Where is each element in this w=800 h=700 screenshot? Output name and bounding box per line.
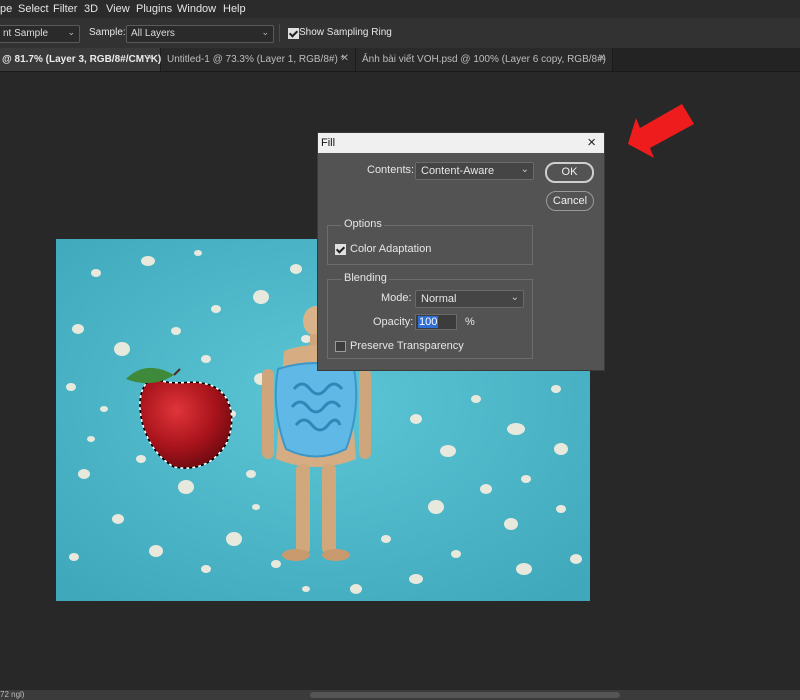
mode-value: Normal — [421, 293, 457, 305]
sample-layers-value: All Layers — [131, 28, 175, 39]
menu-item-view[interactable]: View — [106, 3, 130, 15]
show-sampling-ring-label: Show Sampling Ring — [299, 27, 392, 38]
menu-item-type[interactable]: pe — [0, 3, 12, 15]
tab-title: Untitled-1 @ 73.3% (Layer 1, RGB/8#) * — [167, 54, 345, 65]
document-tab-bar: @ 81.7% (Layer 3, RGB/8#/CMYK) * ✕ Untit… — [0, 48, 800, 72]
sample-size-value: nt Sample — [3, 28, 49, 39]
cancel-button[interactable]: Cancel — [546, 191, 594, 211]
preserve-transparency-label: Preserve Transparency — [350, 340, 464, 352]
preserve-transparency-checkbox[interactable] — [335, 341, 346, 352]
opacity-label: Opacity: — [373, 316, 414, 328]
opacity-unit: % — [465, 316, 475, 328]
options-bar: nt Sample ⌄ Sample: All Layers ⌄ Show Sa… — [0, 18, 800, 49]
ok-button[interactable]: OK — [545, 162, 594, 183]
menu-bar: pe Select Filter 3D View Plugins Window … — [0, 0, 800, 18]
fill-dialog: Fill × Contents: Content-Aware ⌄ OK Canc… — [317, 132, 605, 371]
opacity-input[interactable]: 100 — [415, 314, 457, 330]
contents-value: Content-Aware — [421, 165, 495, 177]
close-icon[interactable]: ✕ — [146, 53, 154, 64]
dialog-title: Fill — [321, 137, 336, 149]
tab-document-3[interactable]: Ảnh bài viết VOH.psd @ 100% (Layer 6 cop… — [356, 48, 613, 71]
zoom-status: 72 ngl) — [0, 690, 25, 699]
show-sampling-ring-checkbox[interactable] — [288, 28, 299, 39]
menu-item-plugins[interactable]: Plugins — [136, 3, 172, 15]
horizontal-scrollbar[interactable] — [310, 692, 620, 698]
chevron-down-icon: ⌄ — [520, 164, 529, 175]
menu-item-window[interactable]: Window — [177, 3, 216, 15]
tab-document-1[interactable]: @ 81.7% (Layer 3, RGB/8#/CMYK) * ✕ — [0, 48, 168, 71]
close-icon[interactable]: ✕ — [598, 53, 606, 64]
options-divider — [279, 24, 280, 42]
mode-label: Mode: — [381, 292, 412, 304]
close-icon[interactable]: ✕ — [341, 53, 349, 64]
sample-size-select[interactable]: nt Sample ⌄ — [0, 25, 80, 43]
color-adaptation-label: Color Adaptation — [350, 243, 432, 255]
chevron-down-icon: ⌄ — [510, 292, 519, 303]
close-icon[interactable]: × — [587, 134, 596, 151]
sample-label: Sample: — [89, 27, 126, 38]
tab-title: @ 81.7% (Layer 3, RGB/8#/CMYK) * — [2, 54, 168, 65]
sample-layers-select[interactable]: All Layers ⌄ — [126, 25, 274, 43]
tab-document-2[interactable]: Untitled-1 @ 73.3% (Layer 1, RGB/8#) * ✕ — [161, 48, 356, 71]
menu-item-help[interactable]: Help — [223, 3, 246, 15]
contents-label: Contents: — [367, 164, 415, 176]
color-adaptation-checkbox[interactable] — [335, 244, 346, 255]
blending-heading: Blending — [342, 272, 389, 284]
contents-select[interactable]: Content-Aware ⌄ — [415, 162, 534, 180]
menu-item-filter[interactable]: Filter — [53, 3, 77, 15]
opacity-value: 100 — [418, 316, 439, 328]
tab-title: Ảnh bài viết VOH.psd @ 100% (Layer 6 cop… — [362, 54, 606, 65]
menu-item-3d[interactable]: 3D — [84, 3, 98, 15]
red-arrow-annotation — [628, 104, 694, 158]
menu-item-select[interactable]: Select — [18, 3, 49, 15]
mode-select[interactable]: Normal ⌄ — [415, 290, 524, 308]
options-heading: Options — [342, 218, 384, 230]
chevron-down-icon: ⌄ — [67, 27, 75, 37]
dialog-title-bar[interactable]: Fill × — [318, 133, 604, 153]
chevron-down-icon: ⌄ — [261, 27, 269, 37]
